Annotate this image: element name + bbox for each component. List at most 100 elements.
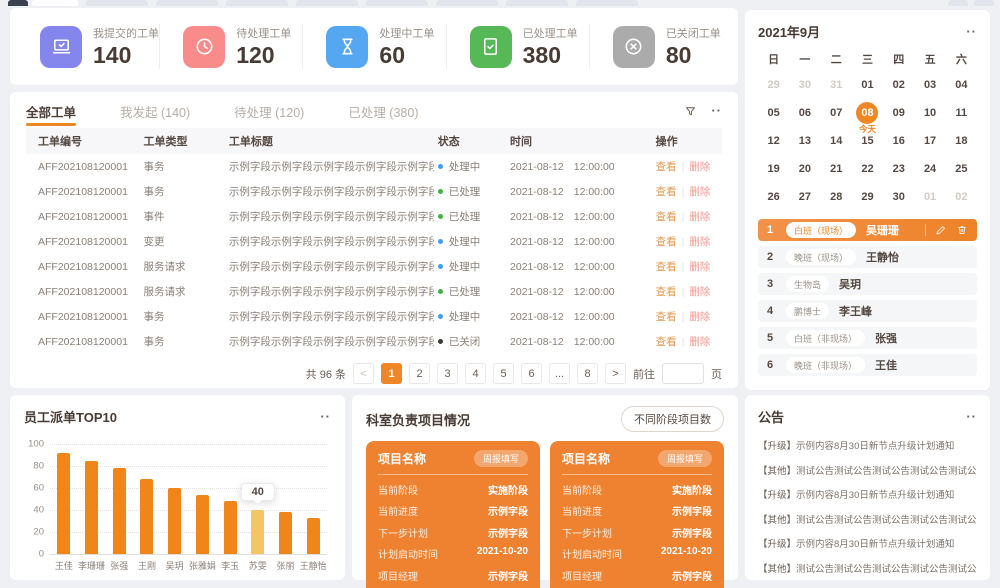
browser-tab[interactable]: [366, 0, 428, 6]
calendar-day[interactable]: 28: [821, 185, 852, 209]
view-link[interactable]: 查看: [656, 211, 677, 223]
bar[interactable]: [113, 468, 126, 554]
calendar-day[interactable]: 13: [789, 129, 820, 153]
browser-tab[interactable]: [436, 0, 498, 6]
calendar-day[interactable]: 16: [883, 129, 914, 153]
page-button-2[interactable]: 2: [409, 363, 430, 384]
delete-link[interactable]: 删除: [689, 161, 710, 173]
more-icon[interactable]: ··: [966, 29, 977, 35]
bar[interactable]: [85, 461, 98, 555]
calendar-day[interactable]: 01: [852, 73, 883, 97]
calendar-day[interactable]: 10: [914, 101, 945, 125]
calendar-day[interactable]: 31: [821, 73, 852, 97]
calendar-day[interactable]: 03: [914, 73, 945, 97]
calendar-day[interactable]: 27: [789, 185, 820, 209]
calendar-day[interactable]: 14: [821, 129, 852, 153]
bar[interactable]: [307, 518, 320, 554]
browser-tab[interactable]: [948, 0, 968, 6]
calendar-day[interactable]: 07: [821, 101, 852, 125]
calendar-day[interactable]: 06: [789, 101, 820, 125]
bar[interactable]: [140, 479, 153, 554]
announcement-item[interactable]: 【升级】示例内容8月30日新节点升级计划通知: [758, 536, 977, 550]
view-link[interactable]: 查看: [656, 186, 677, 198]
browser-tab[interactable]: [296, 0, 358, 6]
weekly-report-badge[interactable]: 周报填写: [658, 450, 712, 467]
calendar-day[interactable]: 04: [946, 73, 977, 97]
tab-1[interactable]: 我发起 (140): [120, 94, 190, 128]
calendar-day[interactable]: 23: [883, 157, 914, 181]
announcement-item[interactable]: 【升级】示例内容8月30日新节点升级计划通知: [758, 487, 977, 501]
page-button-5[interactable]: 5: [493, 363, 514, 384]
trash-icon[interactable]: [956, 224, 968, 236]
page-button-4[interactable]: 4: [465, 363, 486, 384]
page-button-1[interactable]: 1: [381, 363, 402, 384]
calendar-day[interactable]: 01: [914, 185, 945, 209]
schedule-row[interactable]: 4鹏博士李王峰: [758, 300, 977, 322]
prev-page-button[interactable]: <: [353, 363, 374, 384]
browser-tab[interactable]: [576, 0, 638, 6]
calendar-day[interactable]: 19: [758, 157, 789, 181]
browser-tab[interactable]: [8, 0, 28, 6]
delete-link[interactable]: 删除: [689, 261, 710, 273]
schedule-row[interactable]: 2晚班（现场）王静怡: [758, 246, 977, 268]
calendar-day[interactable]: 29: [852, 185, 883, 209]
delete-link[interactable]: 删除: [689, 236, 710, 248]
delete-link[interactable]: 删除: [689, 211, 710, 223]
pagination-goto-input[interactable]: [662, 363, 704, 384]
tab-2[interactable]: 待处理 (120): [234, 94, 304, 128]
schedule-row[interactable]: 6晚班（非现场）王佳: [758, 354, 977, 376]
view-link[interactable]: 查看: [656, 236, 677, 248]
weekly-report-badge[interactable]: 周报填写: [474, 450, 528, 467]
announcement-item[interactable]: 【其他】测试公告测试公告测试公告测试公告测试公告: [758, 561, 977, 575]
calendar-day[interactable]: 17: [914, 129, 945, 153]
browser-tab[interactable]: [86, 0, 148, 6]
page-ellipsis[interactable]: ...: [549, 363, 570, 384]
calendar-day[interactable]: 02: [946, 185, 977, 209]
bar[interactable]: [279, 512, 292, 554]
calendar-day[interactable]: 05: [758, 101, 789, 125]
calendar-day[interactable]: 02: [883, 73, 914, 97]
page-button-6[interactable]: 6: [521, 363, 542, 384]
view-link[interactable]: 查看: [656, 311, 677, 323]
calendar-day[interactable]: 18: [946, 129, 977, 153]
announcement-item[interactable]: 【其他】测试公告测试公告测试公告测试公告测试公告: [758, 463, 977, 477]
calendar-day[interactable]: 30: [789, 73, 820, 97]
delete-link[interactable]: 删除: [689, 336, 710, 348]
browser-tab[interactable]: [156, 0, 218, 6]
view-link[interactable]: 查看: [656, 161, 677, 173]
bar[interactable]: [224, 501, 237, 554]
calendar-day[interactable]: 26: [758, 185, 789, 209]
calendar-day[interactable]: 12: [758, 129, 789, 153]
announcement-item[interactable]: 【其他】测试公告测试公告测试公告测试公告测试公告: [758, 512, 977, 526]
pencil-icon[interactable]: [935, 224, 947, 236]
calendar-day[interactable]: 22: [852, 157, 883, 181]
delete-link[interactable]: 删除: [689, 311, 710, 323]
schedule-row[interactable]: 5白班（非现场）张强: [758, 327, 977, 349]
view-link[interactable]: 查看: [656, 261, 677, 273]
delete-link[interactable]: 删除: [689, 186, 710, 198]
calendar-day[interactable]: 29: [758, 73, 789, 97]
more-icon[interactable]: ··: [966, 414, 977, 420]
tab-3[interactable]: 已处理 (380): [348, 94, 418, 128]
browser-tab[interactable]: [226, 0, 288, 6]
bar[interactable]: [168, 488, 181, 554]
schedule-row[interactable]: 1白班（现场）吴珊珊: [758, 219, 977, 241]
stage-project-count-button[interactable]: 不同阶段项目数: [621, 406, 724, 432]
calendar-day-today[interactable]: 08今天: [852, 101, 883, 125]
page-button-8[interactable]: 8: [577, 363, 598, 384]
more-icon[interactable]: ··: [320, 414, 331, 420]
browser-tab[interactable]: [974, 0, 994, 6]
view-link[interactable]: 查看: [656, 336, 677, 348]
calendar-day[interactable]: 20: [789, 157, 820, 181]
browser-tab[interactable]: [506, 0, 568, 6]
more-icon[interactable]: ··: [711, 108, 722, 114]
calendar-day[interactable]: 25: [946, 157, 977, 181]
tab-0[interactable]: 全部工单: [26, 94, 76, 128]
browser-tab[interactable]: [32, 0, 78, 6]
calendar-day[interactable]: 24: [914, 157, 945, 181]
bar[interactable]: [57, 453, 70, 554]
calendar-day[interactable]: 30: [883, 185, 914, 209]
calendar-day[interactable]: 11: [946, 101, 977, 125]
announcement-item[interactable]: 【升级】示例内容8月30日新节点升级计划通知: [758, 438, 977, 452]
calendar-day[interactable]: 21: [821, 157, 852, 181]
